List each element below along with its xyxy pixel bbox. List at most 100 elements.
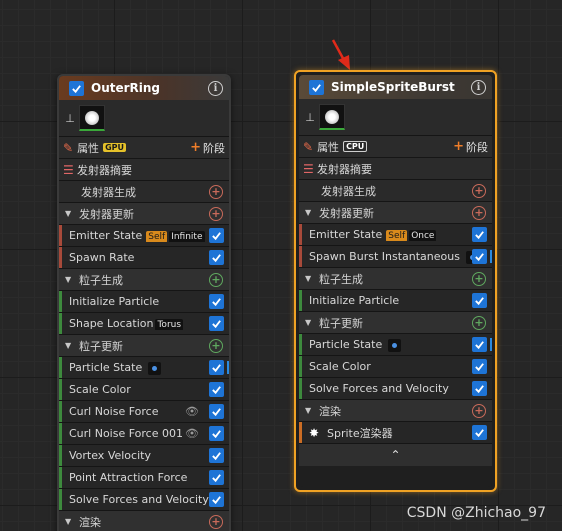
add-module-icon[interactable]: + — [472, 315, 486, 330]
module-enable-checkbox[interactable] — [472, 227, 487, 242]
module-enable-checkbox[interactable] — [209, 448, 224, 463]
eye-icon[interactable]: 👁 — [185, 427, 199, 440]
collapse-triangle-icon[interactable]: ▼ — [65, 275, 79, 284]
section-render[interactable]: ▼ 渲染 + — [59, 511, 229, 531]
section-label: 粒子更新 — [79, 339, 123, 353]
module-enable-checkbox[interactable] — [472, 359, 487, 374]
emitter-summary-row[interactable]: ☰ 发射器摘要 — [299, 158, 492, 180]
module-emitter-state[interactable]: Emitter State Self Infinite — [59, 225, 229, 247]
add-module-icon[interactable]: + — [209, 206, 223, 221]
module-enable-checkbox[interactable] — [472, 425, 487, 440]
module-initialize-particle[interactable]: Initialize Particle — [59, 291, 229, 313]
emitter-node-simple-sprite-burst[interactable]: SimpleSpriteBurst i ⊥ ✎ 属性 CPU + 阶段 ☰ 发射器… — [294, 70, 497, 492]
module-enable-checkbox[interactable] — [209, 382, 224, 397]
state-pin-icon[interactable] — [388, 338, 402, 352]
module-curl-noise-force[interactable]: Curl Noise Force 👁 — [59, 401, 229, 423]
module-label: Curl Noise Force 001 — [69, 427, 183, 440]
module-scale-color[interactable]: Scale Color — [299, 356, 492, 378]
add-module-icon[interactable]: + — [209, 184, 223, 199]
emitter-thumbnail[interactable] — [79, 105, 105, 131]
add-module-icon[interactable]: + — [209, 514, 223, 529]
section-particle-spawn[interactable]: ▼ 粒子生成 + — [59, 269, 229, 291]
module-particle-state[interactable]: Particle State — [59, 357, 229, 379]
module-label: Scale Color — [309, 360, 371, 373]
add-module-icon[interactable]: + — [472, 183, 486, 198]
pin-icon[interactable]: ⊥ — [305, 111, 315, 124]
module-enable-checkbox[interactable] — [209, 426, 224, 441]
pencil-icon[interactable]: ✎ — [303, 140, 313, 154]
node-header[interactable]: SimpleSpriteBurst i — [299, 75, 492, 99]
watermark: CSDN @Zhichao_97 — [406, 505, 546, 521]
collapse-triangle-icon[interactable]: ▼ — [65, 517, 79, 526]
module-enable-checkbox[interactable] — [209, 470, 224, 485]
output-pin-marker — [227, 361, 229, 374]
module-shape-location[interactable]: Shape Location Torus — [59, 313, 229, 335]
module-enable-checkbox[interactable] — [209, 316, 224, 331]
module-curl-noise-force-001[interactable]: Curl Noise Force 001 👁 — [59, 423, 229, 445]
node-title: SimpleSpriteBurst — [331, 80, 455, 94]
add-module-icon[interactable]: + — [209, 338, 223, 353]
module-enable-checkbox[interactable] — [209, 294, 224, 309]
properties-label[interactable]: 属性 — [77, 140, 99, 156]
pencil-icon[interactable]: ✎ — [63, 141, 73, 155]
module-enable-checkbox[interactable] — [209, 492, 224, 507]
module-point-attraction-force[interactable]: Point Attraction Force — [59, 467, 229, 489]
eye-icon[interactable]: 👁 — [185, 405, 199, 418]
add-stage-button[interactable]: + 阶段 — [453, 139, 488, 155]
section-emitter-update[interactable]: ▼ 发射器更新 + — [299, 202, 492, 224]
node-header[interactable]: OuterRing i — [59, 76, 229, 100]
emitter-summary-row[interactable]: ☰ 发射器摘要 — [59, 159, 229, 181]
section-particle-update[interactable]: ▼ 粒子更新 + — [299, 312, 492, 334]
emitter-node-outer-ring[interactable]: OuterRing i ⊥ ✎ 属性 GPU + 阶段 ☰ 发射器摘要 发射器生成… — [57, 74, 231, 531]
section-render[interactable]: ▼ 渲染 + — [299, 400, 492, 422]
emitter-enable-checkbox[interactable] — [309, 79, 324, 95]
add-stage-button[interactable]: + 阶段 — [190, 140, 225, 156]
module-enable-checkbox[interactable] — [472, 381, 487, 396]
add-module-icon[interactable]: + — [472, 403, 486, 418]
module-particle-state[interactable]: Particle State — [299, 334, 492, 356]
collapse-node-button[interactable]: ⌃ — [299, 444, 492, 466]
collapse-triangle-icon[interactable]: ▼ — [305, 274, 319, 283]
module-emitter-state[interactable]: Emitter State Self Once — [299, 224, 492, 246]
emitter-thumbnail[interactable] — [319, 104, 345, 130]
section-emitter-spawn[interactable]: 发射器生成 + — [59, 181, 229, 203]
module-enable-checkbox[interactable] — [209, 250, 224, 265]
info-icon[interactable]: i — [471, 79, 486, 95]
add-module-icon[interactable]: + — [472, 271, 486, 286]
section-emitter-update[interactable]: ▼ 发射器更新 + — [59, 203, 229, 225]
pin-icon[interactable]: ⊥ — [65, 112, 75, 125]
module-enable-checkbox[interactable] — [209, 228, 224, 243]
module-label: Shape Location — [69, 317, 154, 330]
add-module-icon[interactable]: + — [472, 205, 486, 220]
info-icon[interactable]: i — [208, 80, 223, 96]
module-enable-checkbox[interactable] — [472, 293, 487, 308]
state-pin-icon[interactable] — [148, 361, 162, 375]
add-module-icon[interactable]: + — [209, 272, 223, 287]
section-particle-spawn[interactable]: ▼ 粒子生成 + — [299, 268, 492, 290]
emitter-enable-checkbox[interactable] — [69, 80, 84, 96]
module-spawn-rate[interactable]: Spawn Rate — [59, 247, 229, 269]
collapse-triangle-icon[interactable]: ▼ — [65, 341, 79, 350]
section-particle-update[interactable]: ▼ 粒子更新 + — [59, 335, 229, 357]
module-enable-checkbox[interactable] — [209, 360, 224, 375]
collapse-triangle-icon[interactable]: ▼ — [305, 208, 319, 217]
module-initialize-particle[interactable]: Initialize Particle — [299, 290, 492, 312]
module-spawn-burst-instantaneous[interactable]: Spawn Burst Instantaneous — [299, 246, 492, 268]
annotation-arrow-icon — [331, 39, 350, 70]
module-solve-forces-and-velocity[interactable]: Solve Forces and Velocity — [59, 489, 229, 511]
section-emitter-spawn[interactable]: 发射器生成 + — [299, 180, 492, 202]
collapse-triangle-icon[interactable]: ▼ — [305, 318, 319, 327]
module-label: Initialize Particle — [309, 294, 400, 307]
module-scale-color[interactable]: Scale Color — [59, 379, 229, 401]
module-vortex-velocity[interactable]: Vortex Velocity — [59, 445, 229, 467]
collapse-triangle-icon[interactable]: ▼ — [65, 209, 79, 218]
module-enable-checkbox[interactable] — [472, 249, 487, 264]
properties-label[interactable]: 属性 — [317, 139, 339, 155]
module-enable-checkbox[interactable] — [209, 404, 224, 419]
module-label: Sprite渲染器 — [327, 426, 393, 440]
module-solve-forces-and-velocity[interactable]: Solve Forces and Velocity — [299, 378, 492, 400]
module-enable-checkbox[interactable] — [472, 337, 487, 352]
sim-target-badge: CPU — [343, 141, 368, 152]
module-sprite-renderer[interactable]: ✸ Sprite渲染器 — [299, 422, 492, 444]
collapse-triangle-icon[interactable]: ▼ — [305, 406, 319, 415]
